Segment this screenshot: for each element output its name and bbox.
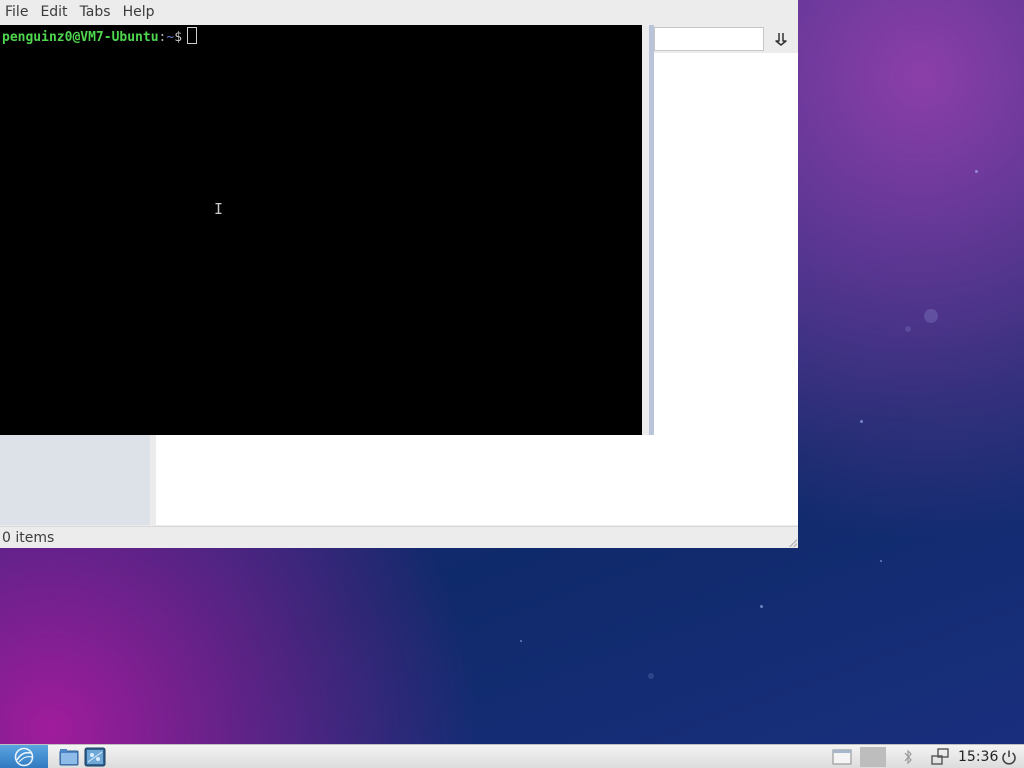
terminal-cursor bbox=[187, 27, 198, 44]
menu-tabs[interactable]: Tabs bbox=[74, 0, 117, 25]
power-button[interactable] bbox=[999, 747, 1019, 767]
desktop-star bbox=[924, 309, 938, 323]
path-input[interactable] bbox=[654, 27, 764, 51]
network-icon bbox=[931, 748, 949, 765]
lubuntu-logo-icon bbox=[14, 747, 34, 767]
bluetooth-icon bbox=[904, 749, 912, 765]
start-menu-button[interactable] bbox=[0, 745, 48, 768]
power-icon bbox=[1002, 750, 1016, 765]
status-item-count: 0 items bbox=[2, 530, 55, 546]
right-panel bbox=[654, 25, 798, 435]
desktop-star bbox=[905, 326, 911, 332]
pane-splitter[interactable] bbox=[642, 25, 649, 435]
network-button[interactable] bbox=[930, 747, 950, 767]
main-file-view[interactable] bbox=[156, 435, 798, 525]
menu-file[interactable]: File bbox=[0, 0, 34, 25]
desktop-star bbox=[520, 640, 522, 642]
bluetooth-button[interactable] bbox=[898, 747, 918, 767]
window-icon bbox=[832, 749, 852, 765]
prompt-dollar: $ bbox=[174, 30, 183, 45]
terminal-launcher[interactable] bbox=[84, 747, 106, 767]
menu-help[interactable]: Help bbox=[117, 0, 161, 25]
statusbar: 0 items bbox=[0, 526, 798, 548]
menubar: File Edit Tabs Help bbox=[0, 0, 798, 25]
prompt-user-host: penguinz0@VM7-Ubuntu bbox=[2, 30, 159, 45]
terminal-pane[interactable]: penguinz0@VM7-Ubuntu:~$ I bbox=[0, 25, 642, 435]
side-pane[interactable] bbox=[0, 435, 150, 525]
resize-grip-icon[interactable] bbox=[789, 539, 797, 547]
ibeam-cursor-icon: I bbox=[214, 200, 224, 218]
show-desktop-button[interactable] bbox=[830, 747, 854, 767]
desktop-star bbox=[860, 420, 863, 423]
menu-edit[interactable]: Edit bbox=[34, 0, 73, 25]
taskbar: 15:36 bbox=[0, 744, 1024, 768]
window-list-item[interactable] bbox=[860, 747, 886, 767]
clock[interactable]: 15:36 bbox=[958, 745, 998, 768]
terminal-prompt: penguinz0@VM7-Ubuntu:~$ bbox=[2, 27, 198, 46]
down-arrow-icon bbox=[775, 33, 787, 46]
file-manager-launcher[interactable] bbox=[58, 747, 80, 767]
file-list[interactable] bbox=[654, 53, 798, 435]
file-manager-window: File Edit Tabs Help penguinz0@VM7-Ubuntu… bbox=[0, 0, 798, 548]
terminal-icon bbox=[84, 747, 106, 767]
desktop-star bbox=[760, 605, 763, 608]
folder-icon bbox=[59, 749, 79, 766]
go-button[interactable] bbox=[766, 27, 796, 51]
desktop-star bbox=[975, 170, 978, 173]
desktop-star bbox=[880, 560, 882, 562]
desktop-star bbox=[648, 673, 654, 679]
